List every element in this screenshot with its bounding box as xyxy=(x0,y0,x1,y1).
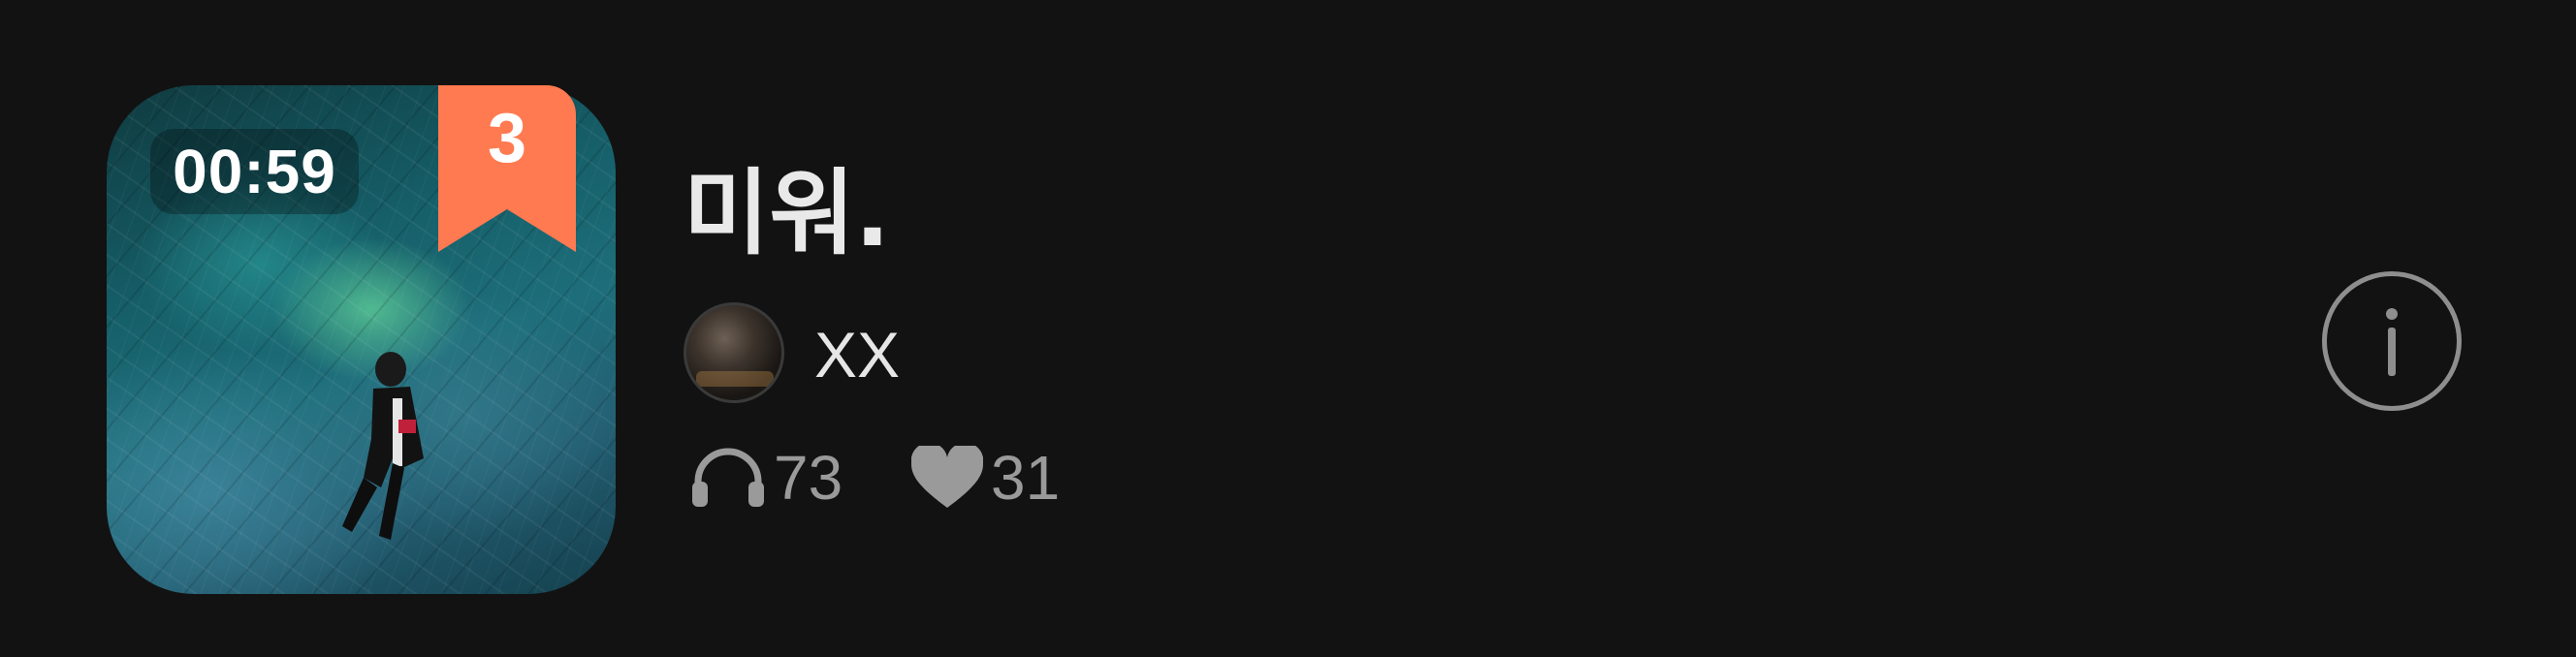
cover-figure xyxy=(342,352,424,540)
play-count: 73 xyxy=(690,441,843,515)
avatar-detail xyxy=(696,371,774,387)
play-count-value: 73 xyxy=(774,443,843,513)
info-button[interactable] xyxy=(2322,271,2462,411)
artist-name[interactable]: XX xyxy=(814,318,900,391)
track-list-item[interactable]: 00:59 ush wondered 3 미워. XX 73 31 xyxy=(0,0,2576,657)
like-count[interactable]: 31 xyxy=(911,441,1060,515)
heart-icon[interactable] xyxy=(911,446,983,510)
headphones-icon xyxy=(692,448,764,507)
rank-ribbon: 3 xyxy=(438,85,576,252)
artist-avatar[interactable] xyxy=(684,302,784,403)
duration-badge: 00:59 xyxy=(150,129,359,214)
like-count-value: 31 xyxy=(991,443,1061,513)
rank-number: 3 xyxy=(487,100,527,177)
track-title[interactable]: 미워. xyxy=(684,155,890,271)
info-icon xyxy=(2386,308,2398,376)
